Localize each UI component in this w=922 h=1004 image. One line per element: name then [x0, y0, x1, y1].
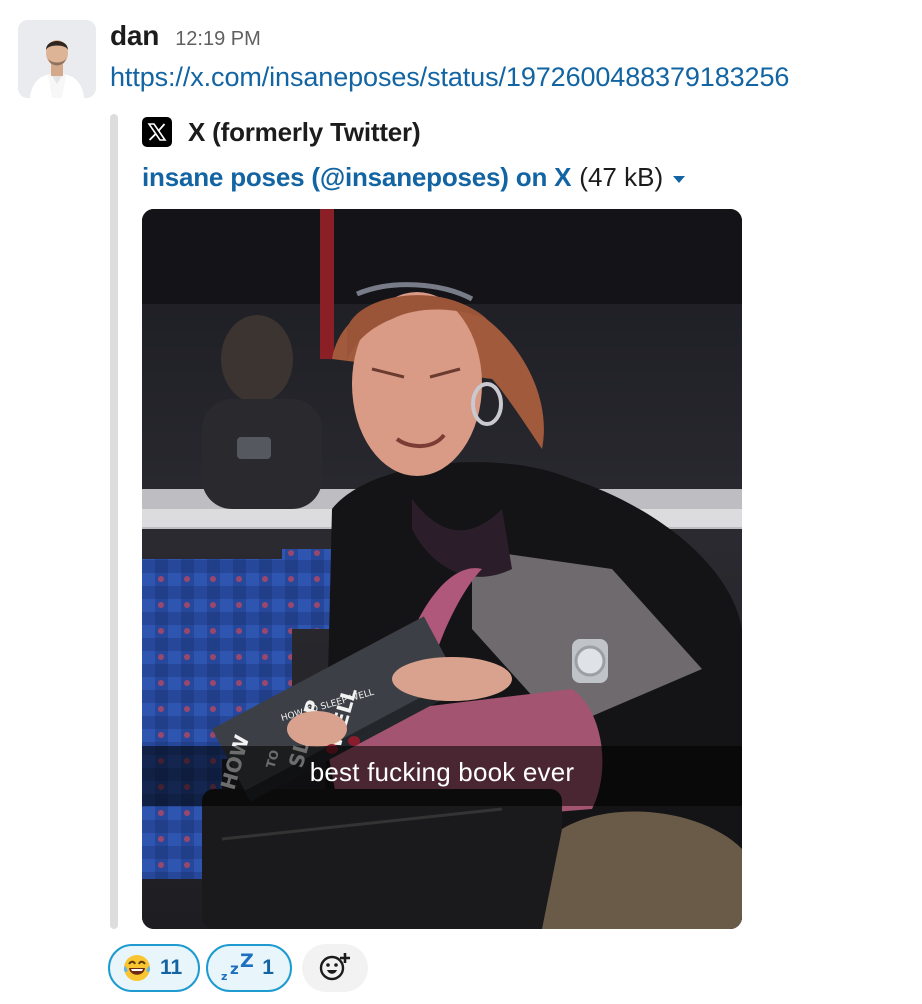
avatar-image	[18, 20, 96, 98]
message-header: dan 12:19 PM	[110, 20, 261, 56]
zzz-emoji-icon: z z Z	[220, 953, 254, 983]
add-reaction-button[interactable]	[301, 944, 368, 992]
message-timestamp[interactable]: 12:19 PM	[175, 28, 261, 51]
image-caption: best fucking book ever	[309, 757, 575, 787]
unfurl-image[interactable]: HOW TO SLEEP WELL HOW TO SLEEP WELL	[142, 209, 742, 929]
reaction-joy[interactable]: 11	[108, 944, 201, 992]
unfurl-title-row: insane poses (@insaneposes) on X (47 kB)	[142, 162, 686, 193]
message: dan 12:19 PM https://x.com/insaneposes/s…	[0, 0, 922, 1004]
photo-illustration: HOW TO SLEEP WELL HOW TO SLEEP WELL	[142, 209, 742, 929]
avatar[interactable]	[18, 20, 96, 98]
reaction-count: 11	[160, 956, 183, 979]
unfurl-title-link[interactable]: insane poses (@insaneposes) on X	[142, 162, 571, 193]
joy-emoji-icon	[122, 953, 152, 983]
add-reaction-icon	[318, 950, 352, 987]
unfurl-accent-bar	[110, 114, 118, 929]
sender-name[interactable]: dan	[110, 20, 159, 52]
message-link[interactable]: https://x.com/insaneposes/status/1972600…	[110, 62, 789, 93]
svg-text:z: z	[230, 960, 239, 978]
unfurl-service-name: X (formerly Twitter)	[188, 116, 421, 147]
reaction-count: 1	[262, 956, 274, 979]
reactions-bar: 11 z z Z 1	[108, 944, 368, 992]
reaction-zzz[interactable]: z z Z 1	[206, 944, 292, 992]
svg-text:z: z	[221, 970, 227, 983]
unfurl-service: X (formerly Twitter)	[142, 114, 421, 150]
svg-text:Z: Z	[240, 953, 254, 972]
collapse-caret-icon[interactable]	[673, 176, 686, 183]
file-size: (47 kB)	[579, 162, 664, 192]
x-logo-icon	[142, 117, 172, 147]
